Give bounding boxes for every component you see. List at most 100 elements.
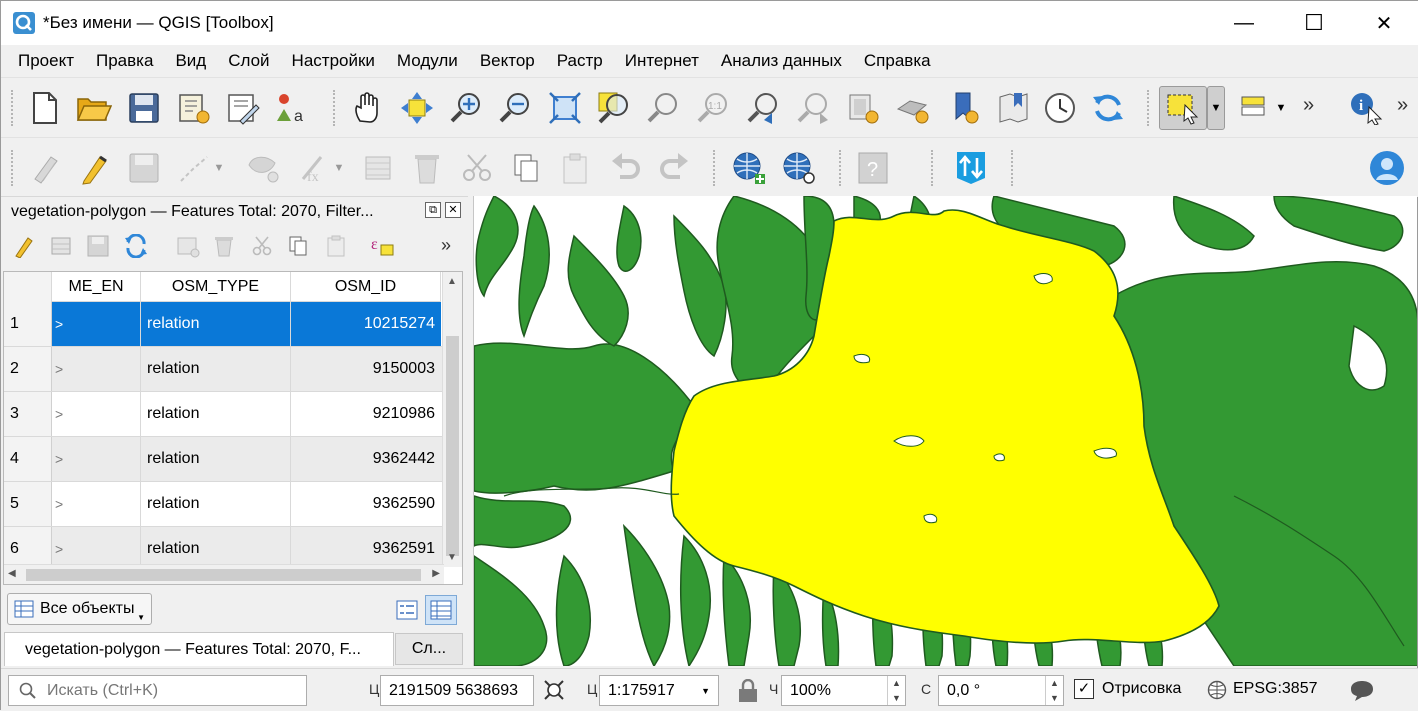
column-header-name[interactable]: ME_EN — [52, 272, 141, 302]
cell-name[interactable]: > — [52, 437, 141, 481]
row-number[interactable]: 3 — [4, 392, 52, 436]
toolbar-grip[interactable] — [1011, 150, 1015, 186]
menu-web[interactable]: Интернет — [614, 51, 710, 71]
toolbar-overflow-button-2[interactable]: » — [1397, 94, 1408, 117]
crs-button[interactable]: EPSG:3857 — [1233, 680, 1318, 698]
magnifier-spinbox[interactable]: 100% ▲ ▼ — [781, 675, 906, 706]
close-panel-icon[interactable]: ✕ — [445, 202, 461, 218]
scroll-thumb[interactable] — [446, 336, 459, 556]
cell-name[interactable]: > — [52, 482, 141, 526]
toolbar-overflow-button[interactable]: » — [1303, 94, 1314, 117]
cell-osm-type[interactable]: relation — [141, 347, 291, 391]
cut-features-icon[interactable] — [455, 146, 499, 190]
redo-icon[interactable] — [653, 146, 697, 190]
form-view-icon[interactable] — [391, 595, 423, 625]
toggle-extents-icon[interactable] — [541, 677, 567, 703]
save-project-icon[interactable] — [122, 86, 166, 130]
table-toolbar-overflow[interactable]: » — [441, 235, 451, 256]
cell-osm-id[interactable]: 9362590 — [291, 482, 441, 526]
scroll-down-icon[interactable]: ▼ — [447, 552, 457, 563]
hscroll-thumb[interactable] — [26, 569, 421, 581]
menu-project[interactable]: Проект — [7, 51, 85, 71]
toolbar-grip[interactable] — [713, 150, 717, 186]
cell-name[interactable]: > — [52, 392, 141, 436]
maximize-button[interactable]: ☐ — [1286, 1, 1342, 45]
menu-edit[interactable]: Правка — [85, 51, 164, 71]
cell-osm-id[interactable]: 9210986 — [291, 392, 441, 436]
save-table-edits-icon[interactable] — [81, 229, 115, 263]
swap-icon[interactable] — [949, 146, 993, 190]
zoom-native-icon[interactable]: 1:1 — [691, 86, 735, 130]
copy-features-icon[interactable] — [504, 146, 548, 190]
vertex-tool-icon[interactable] — [241, 146, 285, 190]
toolbar-grip[interactable] — [333, 90, 337, 126]
refresh-icon[interactable] — [1086, 86, 1130, 130]
table-view-icon[interactable] — [425, 595, 457, 625]
search-web-layer-icon[interactable] — [777, 146, 821, 190]
close-button[interactable]: ✕ — [1356, 1, 1412, 45]
zoom-next-icon[interactable] — [791, 86, 835, 130]
vertical-scrollbar[interactable]: ▲ ▼ — [442, 272, 462, 567]
multi-edit-icon[interactable] — [45, 229, 79, 263]
current-edits-icon[interactable] — [25, 146, 69, 190]
cell-osm-id[interactable]: 9150003 — [291, 347, 441, 391]
select-value-dropdown-icon[interactable]: ▼ — [1269, 86, 1293, 130]
horizontal-scrollbar[interactable]: ◀ ▶ — [4, 564, 444, 584]
zoom-out-icon[interactable] — [493, 86, 537, 130]
column-header-osm-id[interactable]: OSM_ID — [291, 272, 441, 302]
row-number[interactable]: 1 — [4, 302, 52, 346]
menu-plugins[interactable]: Модули — [386, 51, 469, 71]
cell-name[interactable]: > — [52, 302, 141, 346]
cell-osm-type[interactable]: relation — [141, 302, 291, 346]
zoom-in-icon[interactable] — [444, 86, 488, 130]
show-features-dropdown[interactable]: Все объекты ▼ — [7, 593, 152, 625]
delete-feature-icon[interactable] — [207, 229, 241, 263]
new-3d-map-icon[interactable] — [891, 86, 935, 130]
menu-analysis[interactable]: Анализ данных — [710, 51, 853, 71]
cut-selected-icon[interactable] — [245, 229, 279, 263]
map-canvas[interactable] — [473, 196, 1417, 666]
paste-table-icon[interactable] — [319, 229, 353, 263]
table-row[interactable]: 1 > relation 10215274 — [4, 302, 444, 347]
help-icon[interactable]: ? — [851, 146, 895, 190]
cell-osm-id[interactable]: 9362442 — [291, 437, 441, 481]
tab-attribute-table[interactable]: vegetation-polygon — Features Total: 207… — [4, 632, 394, 666]
copy-selected-icon[interactable] — [281, 229, 315, 263]
digitize-dropdown-icon[interactable]: ▼ — [207, 146, 231, 190]
zoom-last-icon[interactable] — [741, 86, 785, 130]
float-panel-icon[interactable]: ⧉ — [425, 202, 441, 218]
open-project-icon[interactable] — [72, 86, 116, 130]
new-bookmark-icon[interactable] — [943, 86, 987, 130]
row-number[interactable]: 5 — [4, 482, 52, 526]
toggle-edit-mode-icon[interactable] — [7, 229, 41, 263]
add-feature-icon[interactable] — [171, 229, 205, 263]
render-checkbox[interactable]: ✓ — [1074, 679, 1094, 699]
scroll-left-icon[interactable]: ◀ — [8, 568, 16, 579]
pan-map-icon[interactable] — [346, 86, 390, 130]
rotation-spin-icon[interactable]: ▲ ▼ — [1045, 676, 1063, 705]
table-row[interactable]: 4 > relation 9362442 — [4, 437, 444, 482]
cell-osm-type[interactable]: relation — [141, 392, 291, 436]
temporal-controller-icon[interactable] — [1038, 86, 1082, 130]
style-manager-icon[interactable]: a — [269, 86, 313, 130]
messages-icon[interactable] — [1349, 679, 1375, 708]
cell-name[interactable]: > — [52, 347, 141, 391]
table-row[interactable]: 2 > relation 9150003 — [4, 347, 444, 392]
magnifier-spin-icon[interactable]: ▲ ▼ — [887, 676, 905, 705]
menu-settings[interactable]: Настройки — [281, 51, 386, 71]
zoom-to-layer-icon[interactable] — [641, 86, 685, 130]
row-number[interactable]: 4 — [4, 437, 52, 481]
new-project-icon[interactable] — [23, 86, 67, 130]
reload-table-icon[interactable] — [119, 229, 153, 263]
zoom-full-icon[interactable] — [543, 86, 587, 130]
toolbar-grip[interactable] — [11, 150, 15, 186]
undo-icon[interactable] — [603, 146, 647, 190]
select-by-expression-icon[interactable]: ε — [365, 229, 399, 263]
column-header-osm-type[interactable]: OSM_TYPE — [141, 272, 291, 302]
select-features-icon[interactable] — [1159, 86, 1207, 130]
row-header-corner[interactable] — [4, 272, 52, 302]
scale-combobox[interactable]: 1:175917 ▼ — [599, 675, 719, 706]
toolbar-grip[interactable] — [11, 90, 15, 126]
cell-osm-id[interactable]: 10215274 — [291, 302, 441, 346]
toggle-editing-icon[interactable] — [73, 146, 117, 190]
